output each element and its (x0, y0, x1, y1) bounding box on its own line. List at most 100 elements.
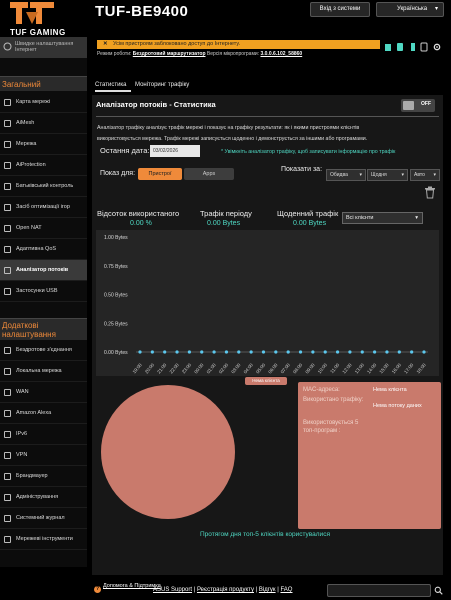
data-point[interactable] (261, 350, 266, 354)
help-icon[interactable]: ? (94, 586, 101, 593)
sidebar-item-general-1[interactable]: AiMesh (0, 113, 87, 134)
sidebar-item-advanced-1[interactable]: Локальна мережа (0, 361, 87, 382)
sidebar-item-general-5[interactable]: Засіб оптимізації ігор (0, 197, 87, 218)
data-point[interactable] (323, 350, 327, 354)
firmware-link[interactable]: 3.0.0.6.102_58860 (260, 51, 302, 57)
sidebar-item-label: Карта мережі (16, 99, 51, 105)
apps-button[interactable]: Apps (184, 168, 234, 180)
toggle-state: OFF (421, 101, 431, 107)
period-select[interactable]: Щодня ▾ (367, 169, 408, 181)
top5-apps-label: Використовується 5 топ-програм : (303, 420, 359, 434)
data-point[interactable] (397, 350, 401, 354)
x-tick-label: 07:00 (280, 362, 292, 374)
sidebar-item-label: Батьківський контроль (16, 183, 74, 189)
sidebar-item-advanced-5[interactable]: VPN (0, 445, 87, 466)
menu-item-icon (4, 452, 11, 459)
data-point[interactable] (286, 350, 290, 354)
data-point[interactable] (249, 350, 253, 354)
data-point[interactable] (187, 350, 191, 354)
sidebar-item-general-3[interactable]: AiProtection (0, 155, 87, 176)
sidebar-item-general-0[interactable]: Карта мережі (0, 92, 87, 113)
chevron-down-icon: ▾ (434, 6, 438, 12)
pie-slice-no-client[interactable] (101, 385, 235, 519)
sidebar-item-advanced-7[interactable]: Адміністрування (0, 487, 87, 508)
wifi-status-icon[interactable] (396, 42, 404, 52)
asus-support-link[interactable]: ASUS Support (153, 587, 192, 593)
sidebar-item-advanced-0[interactable]: Бездротове з'єднання (0, 340, 87, 361)
sidebar-item-advanced-2[interactable]: WAN (0, 382, 87, 403)
sidebar-item-general-2[interactable]: Мережа (0, 134, 87, 155)
menu-item-icon (4, 120, 11, 127)
sidebar-item-advanced-4[interactable]: IPv6 (0, 424, 87, 445)
devices-button[interactable]: Пристрої (138, 168, 182, 180)
gear-icon[interactable] (433, 42, 441, 52)
y-tick-label: 0.25 Bytes (104, 321, 128, 327)
globe-icon (3, 42, 12, 51)
sidebar-item-general-9[interactable]: Застосунки USB (0, 281, 87, 302)
data-point[interactable] (422, 350, 426, 354)
app-status-icon[interactable] (420, 42, 428, 52)
trash-icon[interactable] (424, 186, 436, 199)
analyzer-toggle[interactable]: OFF (401, 99, 435, 112)
blocked-alert[interactable]: ✕ Усім пристроям заблоковано доступ до І… (97, 40, 380, 49)
sidebar-item-label: Застосунки USB (16, 288, 58, 294)
y-tick-label: 0.50 Bytes (104, 293, 128, 299)
description-line-2: використовується мережа. Трафік мережі з… (97, 136, 368, 142)
sidebar-item-label: Засіб оптимізації ігор (16, 204, 70, 210)
data-point[interactable] (150, 350, 154, 354)
faq-link[interactable]: FAQ (280, 587, 292, 593)
description-line-1: Аналізатор трафіку аналізує трафік мереж… (97, 125, 360, 131)
sidebar-item-advanced-3[interactable]: Amazon Alexa (0, 403, 87, 424)
data-point[interactable] (200, 350, 204, 354)
feedback-link[interactable]: Відгук (259, 587, 276, 593)
top-clients-pie[interactable] (96, 384, 241, 529)
data-point[interactable] (348, 350, 352, 354)
product-registration-link[interactable]: Реєстрація продукту (197, 587, 254, 593)
clients-select[interactable]: Всі клієнти ▾ (342, 212, 423, 224)
data-point[interactable] (385, 350, 389, 354)
data-point[interactable] (360, 350, 364, 354)
traffic-used-label: Використано трафіку: (303, 397, 364, 403)
language-select[interactable]: Українська ▾ (376, 2, 444, 17)
close-icon: ✕ (103, 41, 108, 47)
data-point[interactable] (298, 350, 303, 354)
sidebar-item-advanced-9[interactable]: Мережеві інструменти (0, 529, 87, 550)
data-point[interactable] (335, 350, 340, 354)
sidebar-item-label: Мережеві інструменти (16, 536, 73, 542)
sidebar-item-general-7[interactable]: Адаптивна QoS (0, 239, 87, 260)
footer-search-input[interactable] (327, 584, 431, 597)
data-point[interactable] (212, 350, 216, 354)
network-status-icon[interactable] (384, 42, 392, 52)
sidebar-item-general-6[interactable]: Open NAT (0, 218, 87, 239)
search-icon[interactable] (434, 586, 443, 595)
data-point[interactable] (175, 350, 179, 354)
tab-traffic-monitor[interactable]: Моніторинг трафіку (133, 78, 199, 92)
usb-status-icon[interactable] (409, 42, 417, 52)
x-tick-label: 13:00 (354, 362, 366, 374)
data-point[interactable] (224, 350, 229, 354)
sidebar-item-advanced-8[interactable]: Системний журнал (0, 508, 87, 529)
sidebar-item-advanced-6[interactable]: Брандмауер (0, 466, 87, 487)
date-hint: * Увімкніть аналізатор трафіку, щоб запи… (221, 149, 396, 155)
sidebar-item-quick-setup[interactable]: Швидке налаштування Інтернет (0, 37, 87, 58)
data-point[interactable] (138, 350, 142, 354)
tab-statistics[interactable]: Статистика (95, 78, 131, 92)
data-point[interactable] (373, 350, 377, 354)
sidebar-item-label: Адміністрування (16, 494, 59, 500)
page-title: Аналізатор потоків - Статистика (96, 100, 216, 109)
sidebar-item-general-4[interactable]: Батьківський контроль (0, 176, 87, 197)
logout-button[interactable]: Вхід з системи (310, 2, 370, 17)
firmware-prefix: Версія мікропрограми: (206, 51, 260, 57)
date-input[interactable]: 03/02/2026 (150, 145, 200, 157)
data-point[interactable] (237, 350, 241, 354)
data-point[interactable] (311, 350, 315, 354)
opmode-link[interactable]: Бездротовий маршрутизатор (133, 51, 206, 57)
sidebar-item-general-8[interactable]: Аналізатор потоків (0, 260, 87, 281)
data-point[interactable] (163, 350, 167, 354)
show-by-label: Показати за: (281, 166, 323, 173)
data-point[interactable] (410, 350, 414, 354)
data-point[interactable] (274, 350, 278, 354)
unit-select[interactable]: Авто ▾ (410, 169, 440, 181)
period-value: Щодня (371, 172, 387, 178)
direction-select[interactable]: Обидва ▾ (326, 169, 366, 181)
